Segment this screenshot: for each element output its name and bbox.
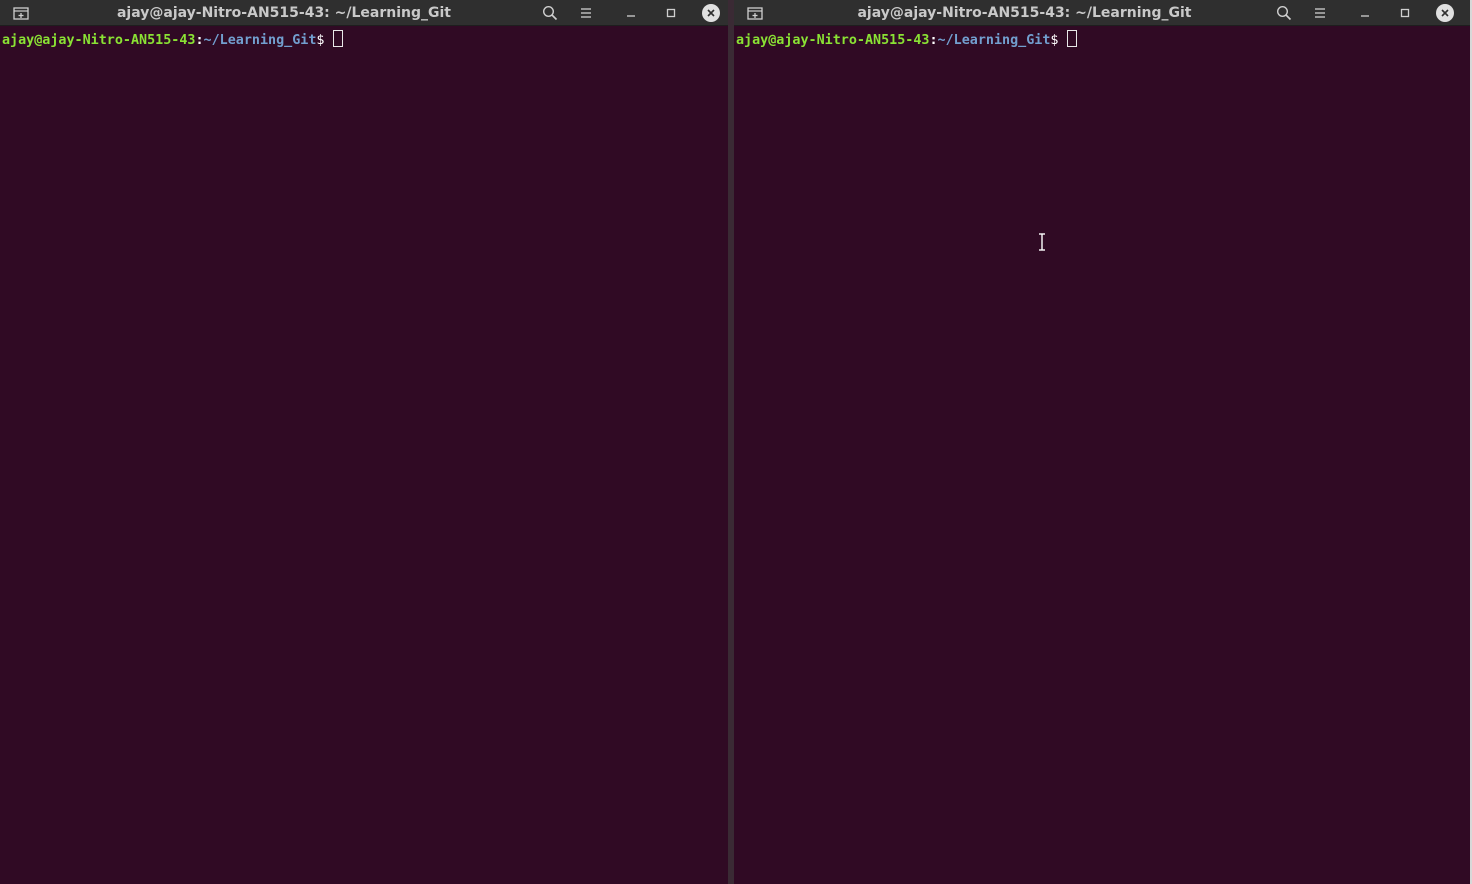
text-cursor <box>333 30 344 47</box>
text-cursor <box>1067 30 1078 47</box>
prompt-path: ~/Learning_Git <box>203 33 317 48</box>
hamburger-menu-icon[interactable] <box>575 3 597 23</box>
maximize-icon[interactable] <box>1394 3 1416 23</box>
minimize-icon[interactable] <box>620 3 642 23</box>
search-icon[interactable] <box>1273 3 1295 23</box>
prompt-symbol: $ <box>1050 33 1059 48</box>
new-tab-icon[interactable] <box>744 4 766 22</box>
titlebar[interactable]: ajay@ajay-Nitro-AN515-43: ~/Learning_Git <box>0 0 728 26</box>
search-icon[interactable] <box>539 3 561 23</box>
prompt-colon: : <box>929 33 938 48</box>
terminal-window-left[interactable]: ajay@ajay-Nitro-AN515-43: ~/Learning_Git… <box>0 0 728 884</box>
prompt-path: ~/Learning_Git <box>937 33 1051 48</box>
ibeam-cursor-icon <box>1037 233 1047 251</box>
minimize-icon[interactable] <box>1354 3 1376 23</box>
terminal-window-right[interactable]: ajay@ajay-Nitro-AN515-43: ~/Learning_Git… <box>734 0 1470 884</box>
prompt-user-host: ajay@ajay-Nitro-AN515-43 <box>2 33 196 48</box>
window-title: ajay@ajay-Nitro-AN515-43: ~/Learning_Git <box>116 5 452 21</box>
close-icon[interactable] <box>702 4 720 22</box>
close-icon[interactable] <box>1436 4 1454 22</box>
new-tab-icon[interactable] <box>10 4 32 22</box>
maximize-icon[interactable] <box>660 3 682 23</box>
prompt-colon: : <box>195 33 204 48</box>
titlebar[interactable]: ajay@ajay-Nitro-AN515-43: ~/Learning_Git <box>734 0 1470 26</box>
prompt-symbol: $ <box>316 33 325 48</box>
terminal-body[interactable]: ajay@ajay-Nitro-AN515-43:~/Learning_Git$ <box>734 26 1470 884</box>
terminal-body[interactable]: ajay@ajay-Nitro-AN515-43:~/Learning_Git$ <box>0 26 728 884</box>
hamburger-menu-icon[interactable] <box>1309 3 1331 23</box>
prompt-user-host: ajay@ajay-Nitro-AN515-43 <box>736 33 930 48</box>
